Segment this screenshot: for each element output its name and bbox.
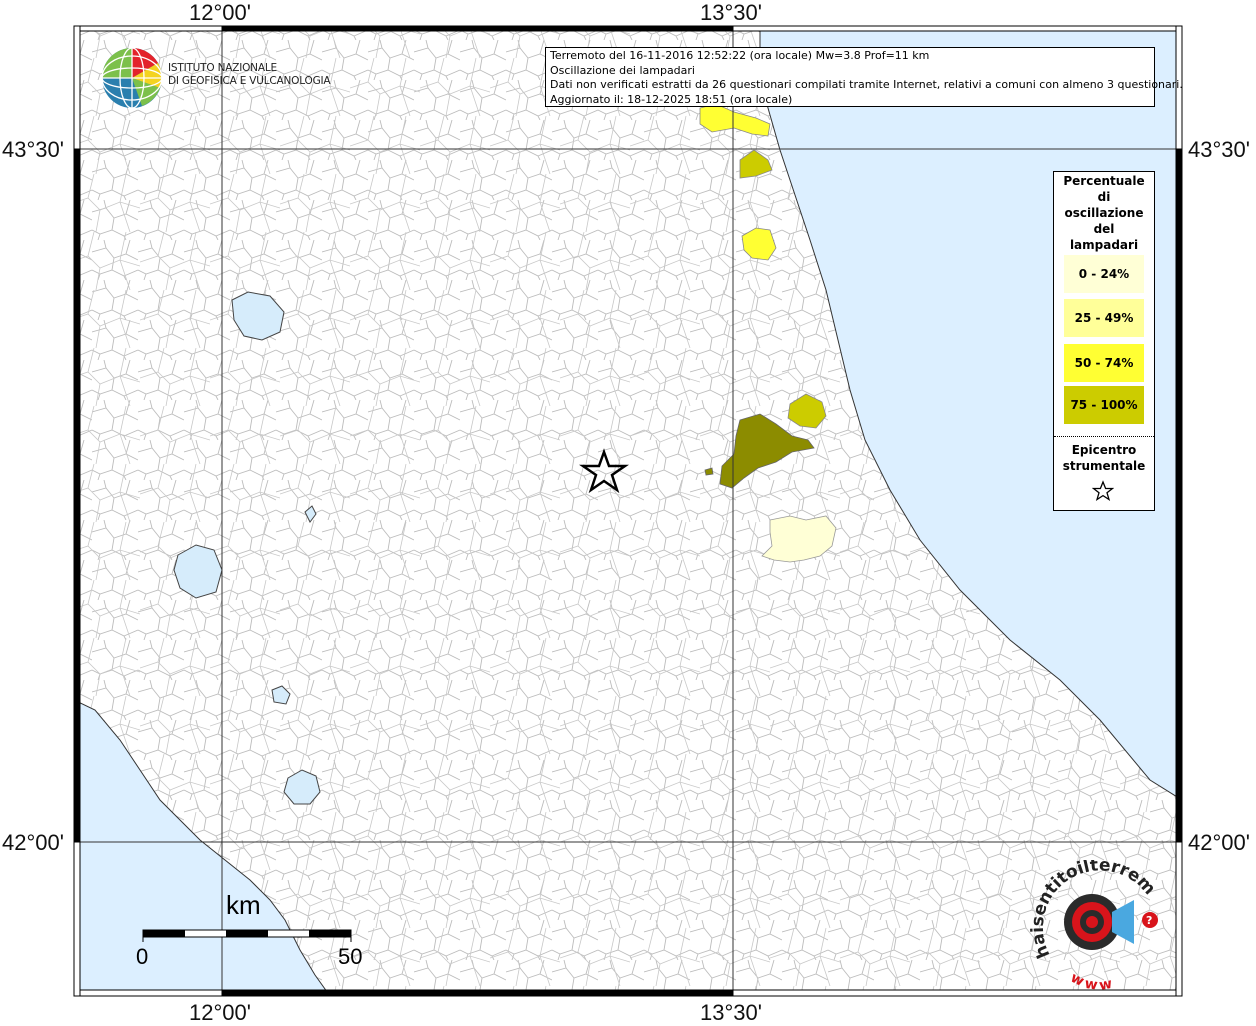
legend-title: Percentuale di oscillazione del lampadar… <box>1054 172 1154 253</box>
event-info-box: Terremoto del 16-11-2016 12:52:22 (ora l… <box>545 47 1183 107</box>
hst-logo-www: www <box>1068 970 1114 990</box>
legend-class-50-74: 50 - 74% <box>1064 344 1144 382</box>
update-time: Aggiornato il: 18-12-2025 18:51 (ora loc… <box>550 92 793 106</box>
institute-name: ISTITUTO NAZIONALE DI GEOFISICA E VULCAN… <box>168 62 331 88</box>
lat-label-right-bottom: 42°00' <box>1188 830 1250 855</box>
legend-title-line: di <box>1097 190 1111 204</box>
legend: Percentuale di oscillazione del lampadar… <box>1053 171 1155 511</box>
lon-label-top-left: 12°00' <box>189 0 251 25</box>
legend-class-0-24: 0 - 24% <box>1064 255 1144 293</box>
legend-epicenter-line: Epicentro <box>1071 443 1137 457</box>
institute-line-2: DI GEOFISICA E VULCANOLOGIA <box>168 75 331 87</box>
legend-star-icon <box>1092 480 1114 502</box>
legend-epicenter-label: Epicentro strumentale <box>1054 442 1154 474</box>
legend-class-75-100: 75 - 100% <box>1064 386 1144 424</box>
scale-unit: km <box>226 890 261 920</box>
legend-epicenter-line: strumentale <box>1062 459 1146 473</box>
lon-label-top-right: 13°30' <box>700 0 762 25</box>
institute-line-1: ISTITUTO NAZIONALE <box>168 62 277 74</box>
legend-title-line: oscillazione <box>1064 206 1144 220</box>
lat-label-left-top: 43°30' <box>2 137 64 162</box>
svg-text:www: www <box>1068 970 1117 990</box>
scale-end: 50 <box>338 944 363 969</box>
scale-start: 0 <box>136 944 149 969</box>
legend-title-line: del <box>1093 222 1115 236</box>
lon-label-bottom-right: 13°30' <box>700 1000 762 1025</box>
map-subject: Oscillazione dei lampadari <box>550 63 695 77</box>
legend-class-25-49: 25 - 49% <box>1064 299 1144 337</box>
ingv-logo-icon <box>101 47 163 109</box>
svg-text:?: ? <box>1146 914 1152 927</box>
legend-title-line: Percentuale <box>1063 174 1145 188</box>
lat-label-left-bottom: 42°00' <box>2 830 64 855</box>
legend-title-line: lampadari <box>1069 238 1139 252</box>
legend-separator <box>1054 436 1154 437</box>
lat-label-right-top: 43°30' <box>1188 137 1250 162</box>
event-title: Terremoto del 16-11-2016 12:52:22 (ora l… <box>550 49 930 62</box>
hst-logo-icon: haisentitoilterremoto.it www ? <box>1030 860 1159 990</box>
data-note: Dati non verificati estratti da 26 quest… <box>550 78 1183 91</box>
lon-label-bottom-left: 12°00' <box>189 1000 251 1025</box>
